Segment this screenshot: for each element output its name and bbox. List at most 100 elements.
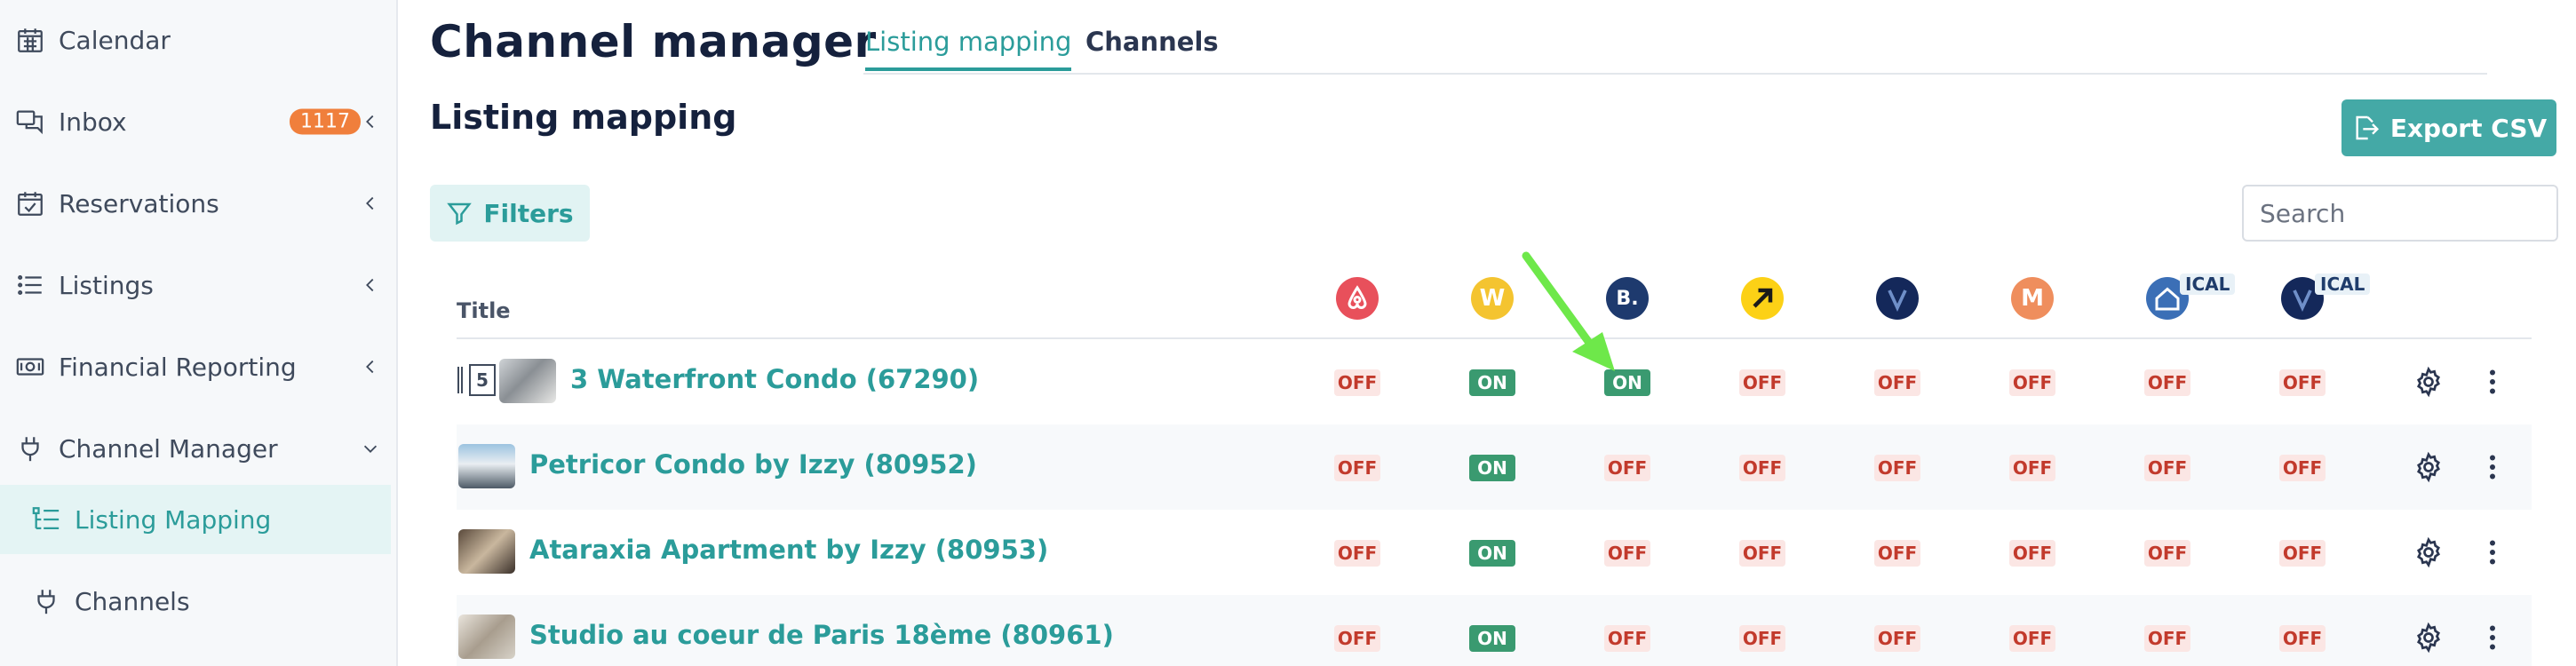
sidebar: Calendar Inbox 1117 Reservations Listing… xyxy=(0,0,398,666)
channel-status-toggle[interactable]: OFF xyxy=(2009,540,2055,567)
tab-listing-mapping[interactable]: Listing mapping xyxy=(865,27,1072,71)
export-csv-label: Export CSV xyxy=(2389,113,2548,143)
unit-count: 5 xyxy=(469,364,496,396)
channel-status-toggle[interactable]: ON xyxy=(1469,369,1515,396)
sidebar-item-listings[interactable]: Listings xyxy=(0,252,396,318)
plug-icon xyxy=(14,432,46,464)
channel-status-toggle[interactable]: OFF xyxy=(2279,455,2326,481)
channel-status-toggle[interactable]: OFF xyxy=(2009,455,2055,481)
airbnb-icon xyxy=(1336,277,1379,320)
expedia-icon xyxy=(1741,277,1784,320)
more-options-icon[interactable] xyxy=(2484,622,2501,654)
channel-status-toggle[interactable]: OFF xyxy=(1604,540,1650,567)
channel-status-toggle[interactable]: OFF xyxy=(2279,369,2326,396)
sidebar-item-channels[interactable]: Channels xyxy=(0,567,391,636)
multi-unit-indicator: 5 xyxy=(457,362,496,398)
sidebar-item-label: Channel Manager xyxy=(59,433,278,464)
listing-thumbnail xyxy=(499,359,556,403)
listing-title-link[interactable]: 3 Waterfront Condo (67290) xyxy=(570,364,979,394)
gear-icon[interactable] xyxy=(2413,622,2445,654)
chevron-left-icon xyxy=(366,278,374,292)
search-input[interactable] xyxy=(2242,185,2558,242)
channel-status-toggle[interactable]: OFF xyxy=(1874,540,1920,567)
chevron-down-icon xyxy=(363,445,378,453)
channel-status-toggle[interactable]: OFF xyxy=(1604,455,1650,481)
tab-channels[interactable]: Channels xyxy=(1085,27,1219,67)
table-row[interactable]: Ataraxia Apartment by Izzy (80953) OFF O… xyxy=(457,510,2532,595)
sidebar-item-label: Financial Reporting xyxy=(59,352,297,382)
sidebar-item-financial-reporting[interactable]: Financial Reporting xyxy=(0,334,396,400)
channel-status-toggle[interactable]: OFF xyxy=(1334,369,1380,396)
channel-status-toggle[interactable]: OFF xyxy=(1604,625,1650,652)
section-title: Listing mapping xyxy=(430,98,737,137)
chat-icon xyxy=(14,106,46,138)
channel-status-toggle[interactable]: ON xyxy=(1469,455,1515,481)
sidebar-item-reservations[interactable]: Reservations xyxy=(0,170,396,236)
gear-icon[interactable] xyxy=(2413,536,2445,568)
channel-status-toggle[interactable]: OFF xyxy=(1334,540,1380,567)
ical-tag: ICAL xyxy=(2315,274,2371,295)
stack-icon xyxy=(457,367,463,393)
listing-thumbnail xyxy=(458,529,515,574)
channel-status-toggle[interactable]: OFF xyxy=(1739,369,1785,396)
table-row[interactable]: Studio au coeur de Paris 18ème (80961) O… xyxy=(457,595,2532,666)
channel-status-toggle[interactable]: ON xyxy=(1469,625,1515,652)
channel-status-toggle[interactable]: OFF xyxy=(1739,455,1785,481)
page-title: Channel manager xyxy=(430,16,877,67)
channel-status-toggle[interactable]: OFF xyxy=(1334,625,1380,652)
gear-icon[interactable] xyxy=(2413,366,2445,398)
chevron-left-icon xyxy=(366,196,374,210)
ical-tag: ICAL xyxy=(2180,274,2236,295)
table-row[interactable]: Petricor Condo by Izzy (80952) OFF ON OF… xyxy=(457,424,2532,510)
channel-status-toggle[interactable]: OFF xyxy=(2144,369,2190,396)
money-icon xyxy=(14,351,46,383)
sidebar-item-label: Channels xyxy=(75,586,190,616)
listing-thumbnail xyxy=(458,444,515,488)
channel-status-toggle[interactable]: OFF xyxy=(2009,625,2055,652)
channel-status-toggle[interactable]: OFF xyxy=(2009,369,2055,396)
export-icon xyxy=(2356,115,2379,140)
list-icon xyxy=(14,269,46,301)
vrbo-icon xyxy=(1876,277,1919,320)
listing-title-link[interactable]: Petricor Condo by Izzy (80952) xyxy=(529,449,977,480)
sidebar-item-channel-manager[interactable]: Channel Manager xyxy=(0,416,396,481)
sidebar-item-label: Calendar xyxy=(59,25,171,55)
more-options-icon[interactable] xyxy=(2484,366,2501,398)
channel-status-toggle[interactable]: OFF xyxy=(1739,625,1785,652)
channel-status-toggle[interactable]: ON xyxy=(1469,540,1515,567)
m-channel-icon: M xyxy=(2011,277,2054,320)
reservations-icon xyxy=(14,187,46,219)
filters-button[interactable]: Filters xyxy=(430,185,590,242)
listing-title-link[interactable]: Studio au coeur de Paris 18ème (80961) xyxy=(529,620,1114,650)
gear-icon[interactable] xyxy=(2413,451,2445,483)
channel-status-toggle[interactable]: OFF xyxy=(2279,540,2326,567)
channel-status-toggle[interactable]: OFF xyxy=(1874,369,1920,396)
export-csv-button[interactable]: Export CSV xyxy=(2341,99,2556,156)
channel-status-toggle[interactable]: OFF xyxy=(1334,455,1380,481)
more-options-icon[interactable] xyxy=(2484,451,2501,483)
channel-status-toggle[interactable]: OFF xyxy=(1739,540,1785,567)
channel-status-toggle[interactable]: OFF xyxy=(2144,455,2190,481)
sidebar-item-calendar[interactable]: Calendar xyxy=(0,7,396,73)
sidebar-item-inbox[interactable]: Inbox 1117 xyxy=(0,89,396,155)
sidebar-item-label: Listings xyxy=(59,270,154,300)
sidebar-item-listing-mapping[interactable]: Listing Mapping xyxy=(0,485,391,554)
channel-status-toggle[interactable]: OFF xyxy=(2279,625,2326,652)
channel-status-toggle[interactable]: OFF xyxy=(1874,455,1920,481)
inbox-count-badge: 1117 xyxy=(290,108,361,135)
listing-thumbnail xyxy=(458,614,515,659)
table-header: Title W B. M ICAL ICAL xyxy=(457,266,2532,339)
channel-status-toggle[interactable]: OFF xyxy=(2144,625,2190,652)
channel-status-toggle[interactable]: OFF xyxy=(1874,625,1920,652)
calendar-icon xyxy=(14,24,46,56)
sidebar-item-label: Listing Mapping xyxy=(75,504,272,535)
chevron-left-icon xyxy=(366,115,374,129)
filters-label: Filters xyxy=(483,198,574,228)
channel-status-toggle[interactable]: OFF xyxy=(2144,540,2190,567)
table-row[interactable]: 5 3 Waterfront Condo (67290) OFF ON ON O… xyxy=(457,339,2532,424)
annotation-arrow-icon xyxy=(1522,251,1615,371)
more-options-icon[interactable] xyxy=(2484,536,2501,568)
listing-title-link[interactable]: Ataraxia Apartment by Izzy (80953) xyxy=(529,535,1048,565)
chevron-left-icon xyxy=(366,360,374,374)
sidebar-item-label: Reservations xyxy=(59,188,219,218)
